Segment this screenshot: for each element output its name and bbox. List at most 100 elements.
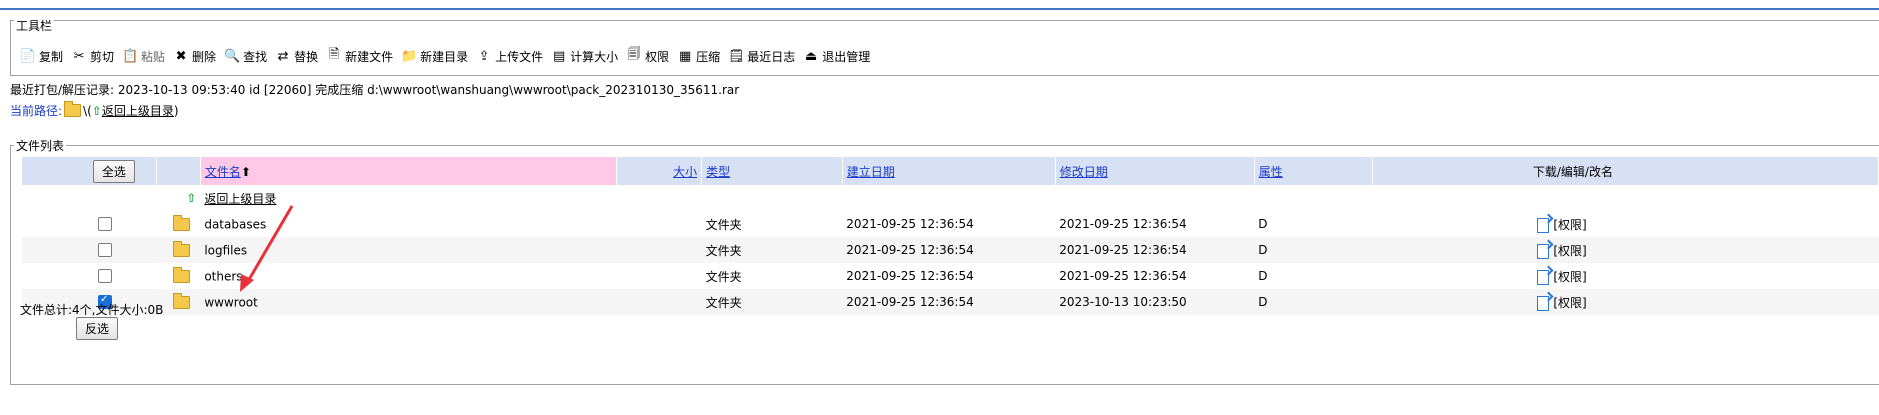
permission-link[interactable]: [权限]	[1553, 218, 1586, 232]
folder-icon	[173, 215, 191, 231]
sort-by-modified-link[interactable]: 修改日期	[1060, 165, 1108, 179]
back-row-link[interactable]: 返回上级目录	[204, 192, 276, 206]
edit-icon[interactable]	[1537, 243, 1550, 259]
sort-by-created-link[interactable]: 建立日期	[847, 165, 895, 179]
created-date: 2021-09-25 12:36:54	[842, 289, 1056, 315]
sort-by-size-link[interactable]: 大小	[673, 165, 697, 179]
invert-row: 反选	[22, 315, 1879, 341]
toolbar-button-0[interactable]: 📄 复制	[20, 48, 63, 65]
toolbar-button-9[interactable]: ▤ 计算大小	[551, 48, 618, 65]
select-all-button[interactable]: 全选	[92, 159, 135, 183]
sort-asc-icon: ⬆	[240, 164, 251, 179]
permission-link[interactable]: [权限]	[1553, 244, 1586, 258]
file-type: 文件夹	[705, 217, 742, 232]
toolbar-button-label: 最近日志	[747, 49, 796, 64]
actions-col-header: 下载/编辑/改名	[1372, 157, 1879, 185]
back-row: ⇧ 返回上级目录	[22, 185, 1879, 211]
file-summary: 文件总计:4个,文件大小:0B	[20, 303, 164, 317]
toolbar-button-5[interactable]: ⇄ 替换	[275, 48, 318, 65]
table-header-row: 全选 文件名⬆ 大小 类型 建立日期 修改日期 属性 下载/编辑/改名	[22, 157, 1879, 185]
table-row[interactable]: databases 文件夹 2021-09-25 12:36:54 2021-09-2…	[22, 211, 1879, 237]
up-arrow-icon: ⇧	[186, 191, 197, 205]
toolbar-button-4[interactable]: 🔍 查找	[224, 48, 267, 65]
toolbar-button-12[interactable]: 🗒 最近日志	[728, 48, 795, 65]
select-all-cell: 全选	[22, 157, 157, 185]
size-col-header: 大小	[616, 157, 703, 185]
toolbar-button-8[interactable]: ⇪ 上传文件	[476, 48, 543, 65]
sort-by-name-link[interactable]: 文件名	[205, 165, 241, 179]
table-row[interactable]: others 文件夹 2021-09-25 12:36:54 2021-09-25 1…	[22, 263, 1879, 289]
cut-icon: ✂	[73, 48, 85, 64]
invert-selection-button[interactable]: 反选	[76, 316, 119, 340]
created-date: 2021-09-25 12:36:54	[846, 269, 974, 283]
replace-icon: ⇄	[277, 48, 289, 64]
file-name[interactable]: logfiles	[204, 243, 247, 257]
last-pack-record: 最近打包/解压记录: 2023-10-13 09:53:40 id [22060…	[10, 83, 740, 97]
toolbar-button-7[interactable]: 📁 新建目录	[401, 48, 468, 65]
attr-col-header: 属性	[1254, 157, 1373, 185]
toolbar-legend: 工具栏	[14, 17, 55, 34]
search-icon: 🔍	[223, 48, 241, 64]
file-type: 文件夹	[701, 237, 843, 263]
toolbar-button-label: 压缩	[696, 49, 721, 64]
toolbar-button-2[interactable]: 📋 粘贴	[122, 48, 165, 65]
log-icon: 🗒	[727, 48, 745, 64]
folder-icon	[173, 293, 191, 309]
permission-link[interactable]: [权限]	[1553, 296, 1586, 310]
exit-icon: ⏏	[805, 48, 818, 64]
row-checkbox[interactable]	[98, 269, 112, 284]
created-date: 2021-09-25 12:36:54	[842, 237, 1056, 263]
icon-col-header	[156, 157, 201, 185]
permission-link[interactable]: [权限]	[1553, 270, 1586, 284]
toolbar-button-1[interactable]: ✂ 剪切	[71, 48, 114, 65]
modified-date: 2021-09-25 12:36:54	[1059, 269, 1187, 283]
toolbar-button-label: 剪切	[90, 49, 115, 64]
row-checkbox[interactable]	[98, 243, 112, 258]
calc-size-icon: ▤	[552, 48, 566, 64]
toolbar-button-label: 上传文件	[495, 49, 544, 64]
folder-icon	[173, 241, 191, 257]
sort-by-attr-link[interactable]: 属性	[1259, 165, 1283, 179]
path-close: )	[173, 103, 179, 118]
folder-icon	[64, 101, 82, 117]
up-arrow-icon: ⇧	[91, 103, 102, 118]
file-table: 全选 文件名⬆ 大小 类型 建立日期 修改日期 属性 下载/编辑/改名 ⇧ 返回…	[22, 157, 1879, 341]
toolbar-button-label: 替换	[294, 49, 319, 64]
toolbar-button-label: 粘贴	[141, 49, 166, 64]
paste-icon: 📋	[121, 48, 139, 64]
new-folder-icon: 📁	[401, 48, 418, 64]
toolbar-button-label: 新建文件	[345, 49, 394, 64]
toolbar-button-label: 计算大小	[570, 49, 619, 64]
modified-col-header: 修改日期	[1055, 157, 1255, 185]
back-to-parent-link[interactable]: 返回上级目录	[102, 102, 174, 119]
top-accent-bar	[0, 0, 1879, 10]
row-checkbox[interactable]	[98, 217, 112, 232]
sort-by-type-link[interactable]: 类型	[706, 165, 730, 179]
table-row[interactable]: wwwroot 文件夹2021-09-25 12:36:542023-10-13 …	[22, 289, 1879, 315]
toolbar-button-11[interactable]: ▦ 压缩	[677, 48, 720, 65]
edit-icon[interactable]	[1537, 269, 1550, 285]
toolbar-button-label: 删除	[192, 49, 217, 64]
table-row[interactable]: logfiles 文件夹 2021-09-25 12:36:54 2021-09-25…	[22, 237, 1879, 263]
edit-icon[interactable]	[1537, 217, 1550, 233]
modified-date: 2023-10-13 10:23:50	[1055, 289, 1255, 315]
copy-icon: 📄	[19, 48, 37, 64]
toolbar-buttons: 📄 复制 ✂ 剪切 📋 粘贴 ✖ 删除 🔍 查找 ⇄ 替换 🗎 新建文件 📁 新建目录 ⇪ 上传文件 ▤ 计算大小 🗐 权…	[20, 46, 878, 66]
file-attr: D	[1258, 269, 1268, 283]
toolbar-button-label: 权限	[645, 49, 670, 64]
toolbar-button-13[interactable]: ⏏ 退出管理	[803, 48, 870, 65]
file-name[interactable]: databases	[204, 217, 266, 231]
upload-icon: ⇪	[478, 48, 490, 64]
toolbar-button-label: 新建目录	[420, 49, 469, 64]
new-file-icon: 🗎	[328, 47, 340, 62]
edit-icon[interactable]	[1537, 295, 1550, 311]
folder-icon	[173, 267, 191, 283]
toolbar-button-10[interactable]: 🗐 权限	[626, 47, 670, 65]
toolbar-button-6[interactable]: 🗎 新建文件	[326, 47, 394, 65]
file-name[interactable]: wwwroot	[204, 295, 258, 309]
file-type: 文件夹	[705, 269, 742, 284]
toolbar-button-3[interactable]: ✖ 删除	[173, 48, 216, 65]
current-path: 当前路径: \( ⇧ 返回上级目录 )	[10, 101, 179, 119]
file-name[interactable]: others	[204, 269, 242, 283]
type-col-header: 类型	[701, 157, 843, 185]
